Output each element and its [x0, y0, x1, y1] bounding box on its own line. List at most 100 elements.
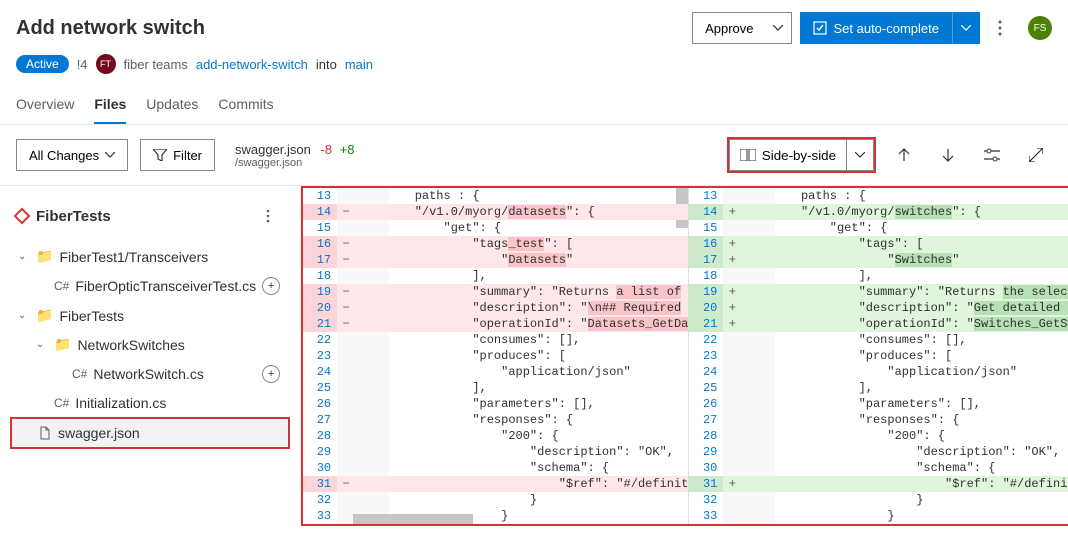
user-avatar[interactable]: FS: [1028, 16, 1052, 40]
diff-viewer: 13 paths : {14− "/v1.0/myorg/datasets": …: [301, 186, 1068, 526]
page-title: Add network switch: [16, 17, 205, 40]
diff-line[interactable]: 24 "application/json": [689, 364, 1068, 380]
diff-line[interactable]: 15 "get": {: [303, 220, 688, 236]
diff-line[interactable]: 21− "operationId": "Datasets_GetDa: [303, 316, 688, 332]
file-path: /swagger.json: [235, 157, 355, 169]
diff-line[interactable]: 15 "get": {: [689, 220, 1068, 236]
view-mode-highlight: Side-by-side: [727, 137, 876, 173]
diff-line[interactable]: 33 }: [303, 508, 688, 524]
set-autocomplete-button[interactable]: Set auto-complete: [800, 12, 952, 44]
tree-file-initialization[interactable]: C# Initialization.cs: [0, 389, 300, 417]
diff-line[interactable]: 19− "summary": "Returns a list of: [303, 284, 688, 300]
diff-line[interactable]: 17+ "Switches": [689, 252, 1068, 268]
diff-line[interactable]: 13 paths : {: [303, 188, 688, 204]
diff-line[interactable]: 14+ "/v1.0/myorg/switches": {: [689, 204, 1068, 220]
file-tree: ⌄ 📁 FiberTest1/Transceivers C# FiberOpti…: [0, 238, 300, 453]
target-branch-link[interactable]: main: [345, 57, 373, 72]
current-file-info: swagger.json -8 +8 /swagger.json: [235, 142, 355, 169]
diff-pane-left[interactable]: 13 paths : {14− "/v1.0/myorg/datasets": …: [303, 188, 689, 524]
approve-group: Approve: [692, 12, 792, 44]
pr-tabs: Overview Files Updates Commits: [0, 82, 1068, 125]
arrow-down-icon: [941, 148, 955, 162]
folder-icon: 📁: [36, 307, 53, 324]
sidebar-more-button[interactable]: [252, 200, 284, 232]
header-actions: Approve Set auto-complete FS: [692, 12, 1052, 44]
diff-line[interactable]: 26 "parameters": [],: [303, 396, 688, 412]
diff-line[interactable]: 32 }: [689, 492, 1068, 508]
diff-line[interactable]: 14− "/v1.0/myorg/datasets": {: [303, 204, 688, 220]
diff-line[interactable]: 29 "description": "OK",: [689, 444, 1068, 460]
fullscreen-button[interactable]: [1020, 139, 1052, 171]
diff-line[interactable]: 25 ],: [303, 380, 688, 396]
tree-file-swagger[interactable]: swagger.json: [10, 417, 290, 449]
diff-line[interactable]: 22 "consumes": [],: [303, 332, 688, 348]
files-toolbar: All Changes Filter swagger.json -8 +8 /s…: [0, 125, 1068, 185]
file-name: swagger.json: [235, 142, 311, 157]
diff-line[interactable]: 27 "responses": {: [303, 412, 688, 428]
team-avatar: FT: [96, 54, 116, 74]
approve-dropdown[interactable]: [765, 12, 792, 44]
add-comment-button[interactable]: +: [262, 365, 280, 383]
tab-files[interactable]: Files: [94, 96, 126, 124]
autocomplete-dropdown[interactable]: [952, 12, 980, 44]
chevron-down-icon: [105, 152, 115, 158]
diff-line[interactable]: 30 "schema": {: [303, 460, 688, 476]
view-mode-button[interactable]: Side-by-side: [729, 139, 847, 171]
diff-line[interactable]: 33 }: [689, 508, 1068, 524]
diff-line[interactable]: 31− "$ref": "#/definit: [303, 476, 688, 492]
team-name: fiber teams: [124, 57, 188, 72]
add-comment-button[interactable]: +: [262, 277, 280, 295]
diff-line[interactable]: 31+ "$ref": "#/definit: [689, 476, 1068, 492]
all-changes-dropdown[interactable]: All Changes: [16, 139, 128, 171]
diff-line[interactable]: 18 ],: [689, 268, 1068, 284]
chevron-down-icon: ⌄: [18, 310, 30, 321]
files-content: FiberTests ⌄ 📁 FiberTest1/Transceivers C…: [0, 185, 1068, 526]
settings-button[interactable]: [976, 139, 1008, 171]
diff-line[interactable]: 17− "Datasets": [303, 252, 688, 268]
diff-line[interactable]: 20+ "description": "Get detailed s: [689, 300, 1068, 316]
prev-diff-button[interactable]: [888, 139, 920, 171]
tree-file-networkswitch[interactable]: C# NetworkSwitch.cs +: [0, 359, 300, 389]
tab-updates[interactable]: Updates: [146, 96, 198, 124]
view-mode-dropdown[interactable]: [847, 139, 874, 171]
diff-line[interactable]: 23 "produces": [: [689, 348, 1068, 364]
diff-line[interactable]: 18 ],: [303, 268, 688, 284]
diff-line[interactable]: 32 }: [303, 492, 688, 508]
folder-icon: 📁: [54, 336, 71, 353]
added-count: +8: [340, 142, 355, 157]
diff-line[interactable]: 21+ "operationId": "Switches_GetSw: [689, 316, 1068, 332]
diff-line[interactable]: 20− "description": "\n## Required: [303, 300, 688, 316]
removed-count: -8: [321, 142, 333, 157]
diff-pane-right[interactable]: 13 paths : {14+ "/v1.0/myorg/switches": …: [689, 188, 1068, 524]
diff-line[interactable]: 22 "consumes": [],: [689, 332, 1068, 348]
diff-line[interactable]: 26 "parameters": [],: [689, 396, 1068, 412]
diff-line[interactable]: 27 "responses": {: [689, 412, 1068, 428]
diamond-icon: [14, 208, 31, 225]
diff-line[interactable]: 30 "schema": {: [689, 460, 1068, 476]
tab-overview[interactable]: Overview: [16, 96, 74, 124]
approve-button[interactable]: Approve: [692, 12, 765, 44]
next-diff-button[interactable]: [932, 139, 964, 171]
tab-commits[interactable]: Commits: [218, 96, 273, 124]
tree-folder-transceivers[interactable]: ⌄ 📁 FiberTest1/Transceivers: [0, 242, 300, 271]
filter-button[interactable]: Filter: [140, 139, 215, 171]
more-actions-button[interactable]: [988, 12, 1012, 44]
diff-line[interactable]: 16− "tags_test": [: [303, 236, 688, 252]
diff-line[interactable]: 13 paths : {: [689, 188, 1068, 204]
chevron-down-icon: [961, 25, 971, 31]
tree-folder-fibertests[interactable]: ⌄ 📁 FiberTests: [0, 301, 300, 330]
diff-line[interactable]: 24 "application/json": [303, 364, 688, 380]
source-branch-link[interactable]: add-network-switch: [196, 57, 308, 72]
tree-file-fiberoptic[interactable]: C# FiberOpticTransceiverTest.cs +: [0, 271, 300, 301]
diff-line[interactable]: 28 "200": {: [303, 428, 688, 444]
side-by-side-icon: [740, 149, 756, 161]
diff-line[interactable]: 16+ "tags": [: [689, 236, 1068, 252]
diff-line[interactable]: 29 "description": "OK",: [303, 444, 688, 460]
diff-line[interactable]: 19+ "summary": "Returns the select: [689, 284, 1068, 300]
autocomplete-group: Set auto-complete: [800, 12, 980, 44]
sidebar-title: FiberTests: [16, 208, 111, 225]
diff-line[interactable]: 25 ],: [689, 380, 1068, 396]
diff-line[interactable]: 28 "200": {: [689, 428, 1068, 444]
tree-folder-networkswitches[interactable]: ⌄ 📁 NetworkSwitches: [0, 330, 300, 359]
diff-line[interactable]: 23 "produces": [: [303, 348, 688, 364]
